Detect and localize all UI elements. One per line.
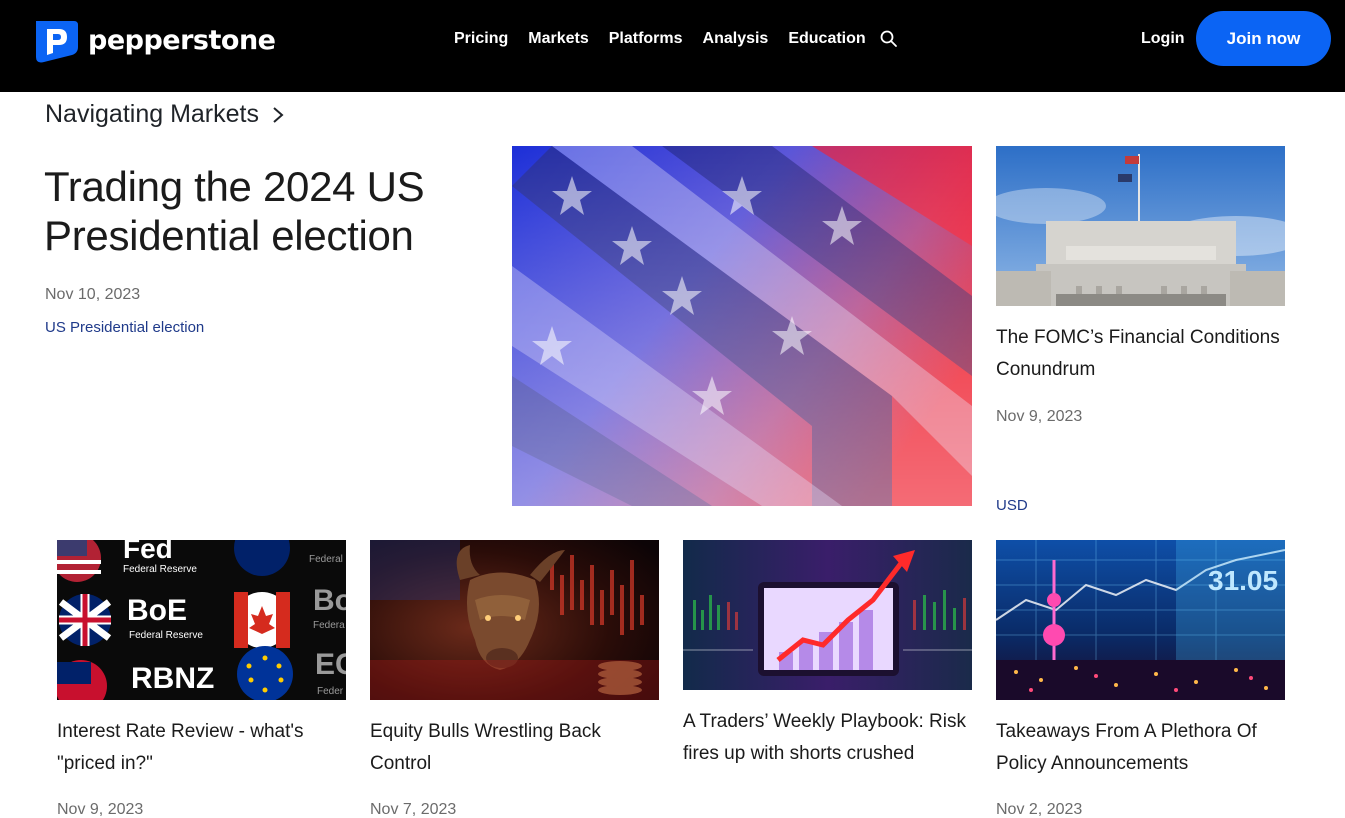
featured-article-title[interactable]: Trading the 2024 US Presidential electio… — [44, 162, 484, 260]
pepperstone-logo[interactable]: pepperstone — [30, 17, 276, 63]
nav-item-pricing[interactable]: Pricing — [454, 30, 508, 48]
main-nav: Pricing Markets Platforms Analysis Educa… — [454, 30, 886, 48]
section-title: Navigating Markets — [45, 100, 259, 128]
pepperstone-logo-icon — [36, 21, 78, 63]
image-text-boe: BoE — [127, 594, 187, 627]
nav-item-analysis[interactable]: Analysis — [703, 30, 769, 48]
login-link[interactable]: Login — [1141, 30, 1185, 48]
article-title-equity-bulls[interactable]: Equity Bulls Wrestling Back Control — [370, 716, 660, 780]
image-text-federa-right: Federa — [313, 620, 345, 631]
article-title-weekly-playbook[interactable]: A Traders’ Weekly Playbook: Risk fires u… — [683, 706, 973, 770]
side-article-title[interactable]: The FOMC’s Financial Conditions Conundru… — [996, 322, 1296, 386]
article-date-policy-announcements: Nov 2, 2023 — [996, 801, 1083, 818]
section-title-link[interactable]: Navigating Markets — [45, 100, 285, 129]
image-text-feder-right: Feder — [317, 686, 344, 697]
image-text-bo-right: Bo — [313, 584, 346, 617]
image-text-rbnz: RBNZ — [131, 662, 214, 695]
side-article-date: Nov 9, 2023 — [996, 408, 1083, 425]
nav-item-platforms[interactable]: Platforms — [609, 30, 683, 48]
search-icon[interactable] — [879, 29, 899, 49]
side-article-image[interactable] — [996, 146, 1285, 306]
article-title-interest-rates[interactable]: Interest Rate Review - what's "priced in… — [57, 716, 347, 780]
image-text-boe-sub: Federal Reserve — [129, 630, 203, 641]
featured-article-image[interactable] — [512, 146, 972, 506]
image-ticker-text: 31.05 — [1208, 565, 1278, 596]
image-text-fed: Fed — [123, 540, 173, 564]
article-date-interest-rates: Nov 9, 2023 — [57, 801, 144, 818]
brand-name: pepperstone — [88, 24, 276, 56]
article-image-interest-rates[interactable]: Fed Federal Reserve BoE Federal Reserve … — [57, 540, 346, 700]
image-text-federal-right: Federal — [309, 554, 343, 565]
article-date-equity-bulls: Nov 7, 2023 — [370, 801, 457, 818]
image-text-ec-right: EC — [315, 648, 346, 681]
nav-item-markets[interactable]: Markets — [528, 30, 588, 48]
image-text-fed-sub: Federal Reserve — [123, 564, 197, 575]
featured-article-tag[interactable]: US Presidential election — [45, 319, 204, 336]
top-navigation-bar: pepperstone Pricing Markets Platforms An… — [0, 0, 1345, 92]
chevron-right-icon — [273, 106, 284, 123]
join-now-button[interactable]: Join now — [1196, 11, 1331, 66]
article-image-equity-bulls[interactable] — [370, 540, 659, 700]
article-image-policy-announcements[interactable]: 31.05 — [996, 540, 1285, 700]
nav-item-education[interactable]: Education — [788, 30, 865, 48]
featured-article-date: Nov 10, 2023 — [45, 286, 141, 303]
article-image-weekly-playbook[interactable] — [683, 540, 972, 690]
side-article-tag[interactable]: USD — [996, 497, 1028, 514]
article-title-policy-announcements[interactable]: Takeaways From A Plethora Of Policy Anno… — [996, 716, 1286, 780]
